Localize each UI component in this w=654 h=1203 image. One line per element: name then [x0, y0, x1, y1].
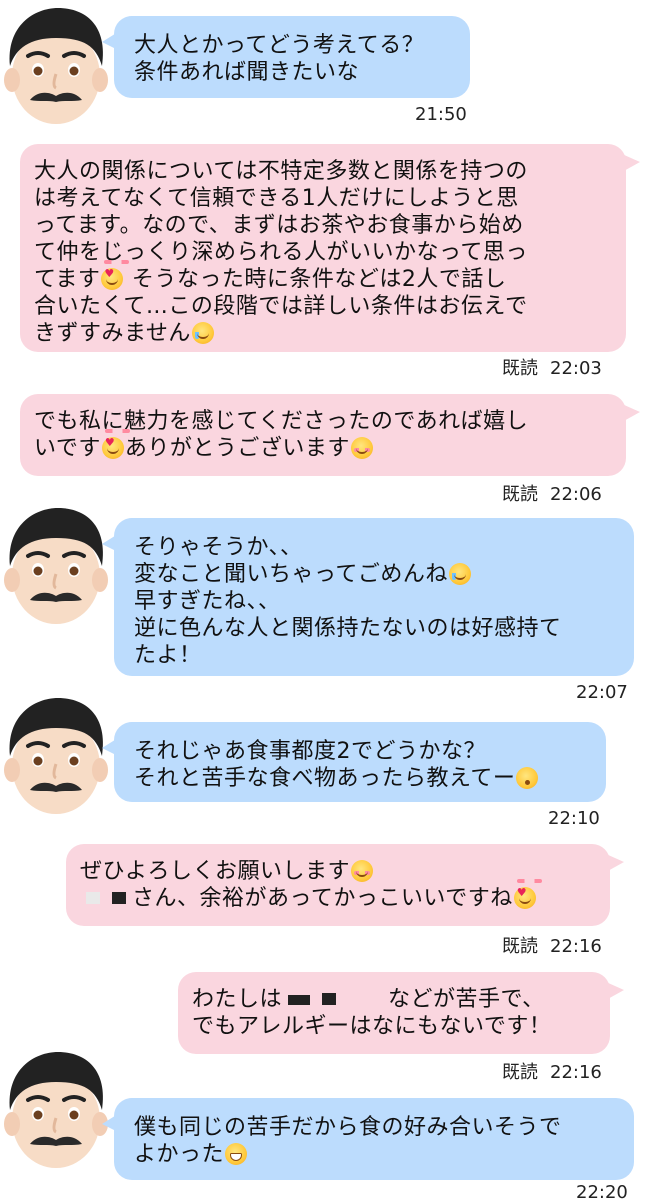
- redacted-food: [322, 993, 337, 1005]
- message-meta: 既読 22:03: [502, 354, 602, 380]
- read-receipt: 既読: [502, 936, 538, 957]
- message-text: そりゃそうか、、 変なこと聞いちゃってごめんね 早すぎたね、、 逆に色んな人と関係持た…: [134, 535, 562, 668]
- bubble-tail: [102, 1114, 118, 1132]
- read-receipt: 既読: [502, 1062, 538, 1083]
- outgoing-message-bubble[interactable]: ぜひよろしくお願いします さん、余裕があってかっこいいですね: [66, 844, 624, 926]
- message-text: 大人の関係については不特定多数と関係を持つの は考えてなくて信頼できる1人だけにし…: [34, 158, 608, 347]
- message-text: でも私に魅力を感じてくださったのであれば嬉しいですありがとうございます: [34, 408, 608, 462]
- smiling-face-icon: [351, 860, 374, 882]
- message-time: 22:03: [550, 358, 602, 379]
- smiling-face-with-hearts-icon: [101, 260, 130, 290]
- message-meta: 21:50: [415, 104, 467, 125]
- message-time: 22:07: [576, 682, 628, 703]
- outgoing-message-bubble[interactable]: でも私に魅力を感じてくださったのであれば嬉しいですありがとうございます: [20, 394, 640, 476]
- bubble-tail: [102, 534, 118, 552]
- read-receipt: 既読: [502, 484, 538, 505]
- bubble-tail: [622, 154, 640, 172]
- message-time: 22:16: [550, 1062, 602, 1083]
- message-time: 21:50: [415, 104, 467, 125]
- message-text: 大人とかってどう考えてる？ 条件あれば聞きたいな: [134, 33, 425, 85]
- bubble-tail: [606, 982, 624, 1000]
- bubble-tail: [622, 404, 640, 422]
- message-time: 22:06: [550, 484, 602, 505]
- bubble-tail: [102, 32, 118, 50]
- message-text: 僕も同じの苦手だから食の好み合いそうで よかった: [134, 1115, 562, 1167]
- smiling-face-with-hearts-icon: [101, 429, 130, 459]
- message-time: 22:10: [548, 808, 600, 829]
- man-mustache-avatar[interactable]: [4, 4, 108, 126]
- redacted-name: [86, 892, 100, 904]
- message-meta: 既読 22:06: [502, 480, 602, 506]
- crying-face-icon: [448, 563, 471, 585]
- incoming-message-bubble[interactable]: それじゃあ食事都度2でどうかな？ それと苦手な食べ物あったら教えてー: [102, 722, 606, 802]
- read-receipt: 既読: [502, 358, 538, 379]
- grinning-face-icon: [225, 1143, 248, 1165]
- message-text: ぜひよろしくお願いします さん、余裕があってかっこいいですね: [80, 858, 592, 912]
- message-time: 22:16: [550, 936, 602, 957]
- message-text: わたしは などが苦手で、 でもアレルギーはなにもないです！: [192, 987, 552, 1039]
- outgoing-message-bubble[interactable]: わたしは などが苦手で、 でもアレルギーはなにもないです！: [178, 972, 624, 1054]
- incoming-message-bubble[interactable]: そりゃそうか、、 変なこと聞いちゃってごめんね 早すぎたね、、 逆に色んな人と関係持た…: [102, 518, 634, 676]
- incoming-message-bubble[interactable]: 大人とかってどう考えてる？ 条件あれば聞きたいな: [102, 16, 470, 98]
- man-mustache-avatar[interactable]: [4, 694, 108, 816]
- crying-face-icon: [191, 322, 214, 344]
- message-meta: 22:10: [548, 808, 600, 829]
- man-mustache-avatar[interactable]: [4, 504, 108, 626]
- message-text: それじゃあ食事都度2でどうかな？ それと苦手な食べ物あったら教えてー: [134, 738, 588, 792]
- man-mustache-avatar[interactable]: [4, 1048, 108, 1170]
- smiling-face-with-hearts-icon: [513, 879, 542, 909]
- redacted-food: [288, 995, 311, 1005]
- bubble-tail: [102, 738, 118, 756]
- redacted-name: [112, 892, 126, 904]
- outgoing-message-bubble[interactable]: 大人の関係については不特定多数と関係を持つの は考えてなくて信頼できる1人だけにし…: [20, 144, 640, 352]
- incoming-message-bubble[interactable]: 僕も同じの苦手だから食の好み合いそうで よかった: [102, 1098, 634, 1180]
- message-meta: 既読 22:16: [502, 1058, 602, 1084]
- smiling-face-icon: [350, 437, 373, 459]
- bubble-tail: [606, 854, 624, 872]
- message-meta: 22:07: [576, 682, 628, 703]
- message-meta: 既読 22:16: [502, 932, 602, 958]
- kissing-face-icon: [516, 767, 539, 789]
